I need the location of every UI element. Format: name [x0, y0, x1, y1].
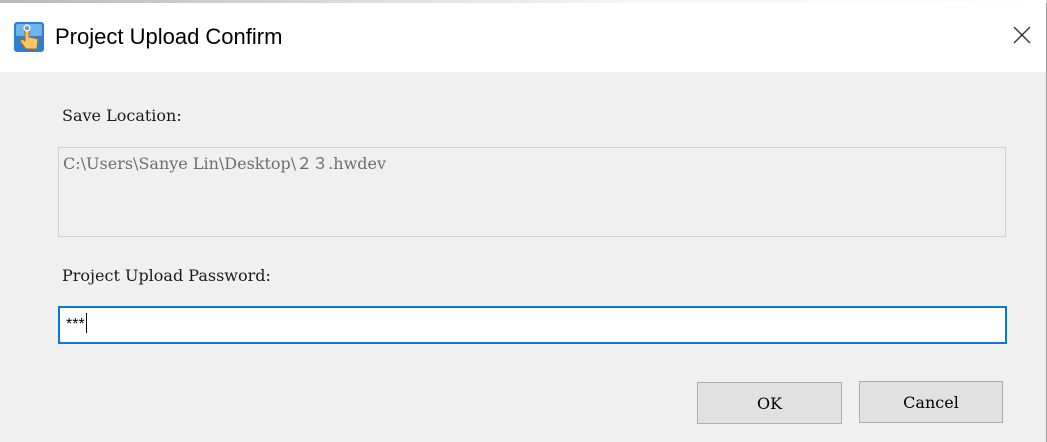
upload-password-input[interactable]: ***: [58, 306, 1007, 344]
dialog-body: Save Location: C:\Users\Sanye Lin\Deskto…: [0, 72, 1046, 442]
save-location-field[interactable]: C:\Users\Sanye Lin\Desktop\２３.hwdev: [58, 147, 1006, 237]
cancel-button[interactable]: Cancel: [859, 381, 1003, 423]
upload-password-label: Project Upload Password:: [62, 266, 271, 285]
save-location-label: Save Location:: [62, 106, 182, 125]
ok-button[interactable]: OK: [697, 382, 842, 424]
text-caret: [85, 313, 87, 334]
window-title: Project Upload Confirm: [55, 24, 283, 49]
cancel-button-label: Cancel: [903, 392, 959, 412]
close-button[interactable]: [1002, 19, 1042, 55]
ok-button-label: OK: [756, 393, 783, 413]
close-icon: [1012, 25, 1032, 50]
upload-password-value: ***: [66, 316, 85, 333]
hand-pointer-app-icon: [14, 22, 44, 52]
project-upload-confirm-dialog: Project Upload Confirm Save Location: C:…: [0, 0, 1047, 442]
title-bar[interactable]: Project Upload Confirm: [0, 3, 1046, 72]
save-location-value: C:\Users\Sanye Lin\Desktop\２３.hwdev: [63, 154, 387, 173]
